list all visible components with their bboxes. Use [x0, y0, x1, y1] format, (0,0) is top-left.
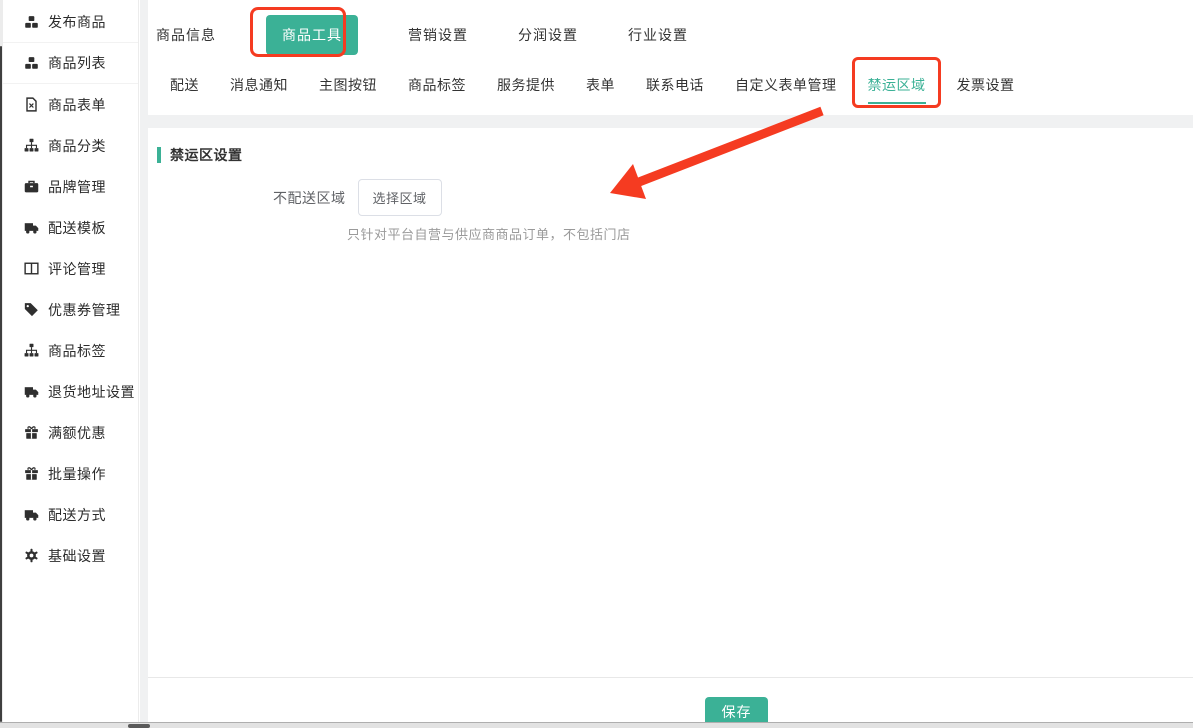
- cubes-icon: [24, 15, 39, 30]
- subtab-prohibited-area[interactable]: 禁运区域: [868, 75, 926, 104]
- sidebar-item-delivery-template[interactable]: 配送模板: [3, 207, 138, 248]
- subtab-invoice-settings[interactable]: 发票设置: [957, 75, 1015, 104]
- tab-industry-settings[interactable]: 行业设置: [628, 25, 688, 45]
- sidebar-item-label: 品牌管理: [48, 177, 106, 197]
- tab-profit-settings[interactable]: 分润设置: [518, 25, 578, 45]
- section-header: 禁运区设置: [157, 145, 243, 165]
- sidebar-item-label: 商品分类: [48, 136, 106, 156]
- sidebar-item-return-address-settings[interactable]: 退货地址设置: [3, 371, 138, 412]
- tabs-card: 商品信息 商品工具 营销设置 分润设置 行业设置 配送 消息通知 主图按钮 商品…: [148, 0, 1193, 115]
- layout-gap: [148, 115, 1193, 128]
- region-help-text: 只针对平台自营与供应商商品订单，不包括门店: [347, 224, 631, 243]
- sidebar-item-label: 配送模板: [48, 218, 106, 238]
- sidebar-item-basic-settings[interactable]: 基础设置: [3, 535, 138, 576]
- left-scrollbar-track: [0, 0, 3, 722]
- subtab-delivery[interactable]: 配送: [170, 75, 199, 104]
- section-accent-bar: [157, 147, 161, 163]
- sidebar-item-comment-management[interactable]: 评论管理: [3, 248, 138, 289]
- sidebar-item-label: 评论管理: [48, 259, 106, 279]
- tab-product-info[interactable]: 商品信息: [156, 25, 216, 45]
- bottom-scrollbar-track: [0, 722, 1193, 728]
- subtab-custom-form-management[interactable]: 自定义表单管理: [735, 75, 837, 104]
- file-excel-icon: [24, 97, 39, 112]
- left-scrollbar-thumb[interactable]: [0, 46, 2, 722]
- cubes-icon: [24, 56, 39, 71]
- primary-tabs: 商品信息 商品工具 营销设置 分润设置 行业设置: [156, 4, 688, 66]
- sidebar-item-label: 基础设置: [48, 546, 106, 566]
- gift-icon: [24, 466, 39, 481]
- tags-icon: [24, 302, 39, 317]
- sitemap-icon: [24, 138, 39, 153]
- gift-icon: [24, 425, 39, 440]
- subtab-service-provide[interactable]: 服务提供: [497, 75, 555, 104]
- footer-bar: 保存: [148, 677, 1193, 722]
- sidebar-item-delivery-method[interactable]: 配送方式: [3, 494, 138, 535]
- select-region-button[interactable]: 选择区域: [358, 179, 442, 216]
- secondary-tabs: 配送 消息通知 主图按钮 商品标签 服务提供 表单 联系电话 自定义表单管理 禁…: [170, 66, 1015, 106]
- sidebar-item-publish-product[interactable]: 发布商品: [3, 2, 138, 43]
- subtab-main-image-button[interactable]: 主图按钮: [319, 75, 377, 104]
- sidebar-item-batch-operation[interactable]: 批量操作: [3, 453, 138, 494]
- sidebar-item-label: 配送方式: [48, 505, 106, 525]
- sidebar-item-brand-management[interactable]: 品牌管理: [3, 166, 138, 207]
- bottom-scrollbar-thumb[interactable]: [128, 724, 150, 728]
- sidebar-item-full-discount[interactable]: 满额优惠: [3, 412, 138, 453]
- subtab-contact-phone[interactable]: 联系电话: [646, 75, 704, 104]
- sidebar-item-label: 批量操作: [48, 464, 106, 484]
- section-title: 禁运区设置: [170, 145, 243, 165]
- sidebar: 发布商品 商品列表 商品表单 商品分类 品牌管理 配送模板 评论管理 优惠券管理…: [3, 0, 139, 722]
- truck-icon: [24, 507, 39, 522]
- sidebar-item-label: 发布商品: [48, 12, 106, 32]
- sidebar-item-label: 商品标签: [48, 341, 106, 361]
- prohibited-area-settings-panel: 禁运区设置 不配送区域 选择区域 只针对平台自营与供应商商品订单，不包括门店: [148, 128, 1193, 677]
- sidebar-item-label: 商品表单: [48, 95, 106, 115]
- tab-product-tools[interactable]: 商品工具: [266, 15, 358, 55]
- sidebar-item-coupon-management[interactable]: 优惠券管理: [3, 289, 138, 330]
- briefcase-icon: [24, 179, 39, 194]
- sidebar-item-label: 优惠券管理: [48, 300, 121, 320]
- no-delivery-region-row: 不配送区域 选择区域: [273, 179, 442, 216]
- truck-icon: [24, 220, 39, 235]
- sidebar-item-label: 满额优惠: [48, 423, 106, 443]
- subtab-product-tags[interactable]: 商品标签: [408, 75, 466, 104]
- subtab-form[interactable]: 表单: [586, 75, 615, 104]
- sidebar-item-product-form[interactable]: 商品表单: [3, 84, 138, 125]
- sitemap-icon: [24, 343, 39, 358]
- gear-icon: [24, 548, 39, 563]
- sidebar-item-product-category[interactable]: 商品分类: [3, 125, 138, 166]
- sidebar-item-label: 商品列表: [48, 53, 106, 73]
- sidebar-item-product-list[interactable]: 商品列表: [3, 43, 138, 84]
- sidebar-item-product-tags[interactable]: 商品标签: [3, 330, 138, 371]
- truck-icon: [24, 384, 39, 399]
- tab-marketing-settings[interactable]: 营销设置: [408, 25, 468, 45]
- layout-gap: [140, 0, 148, 722]
- region-label: 不配送区域: [273, 188, 346, 208]
- main-panel: 商品信息 商品工具 营销设置 分润设置 行业设置 配送 消息通知 主图按钮 商品…: [148, 0, 1193, 722]
- sidebar-item-label: 退货地址设置: [48, 382, 135, 402]
- columns-icon: [24, 261, 39, 276]
- subtab-message-notify[interactable]: 消息通知: [230, 75, 288, 104]
